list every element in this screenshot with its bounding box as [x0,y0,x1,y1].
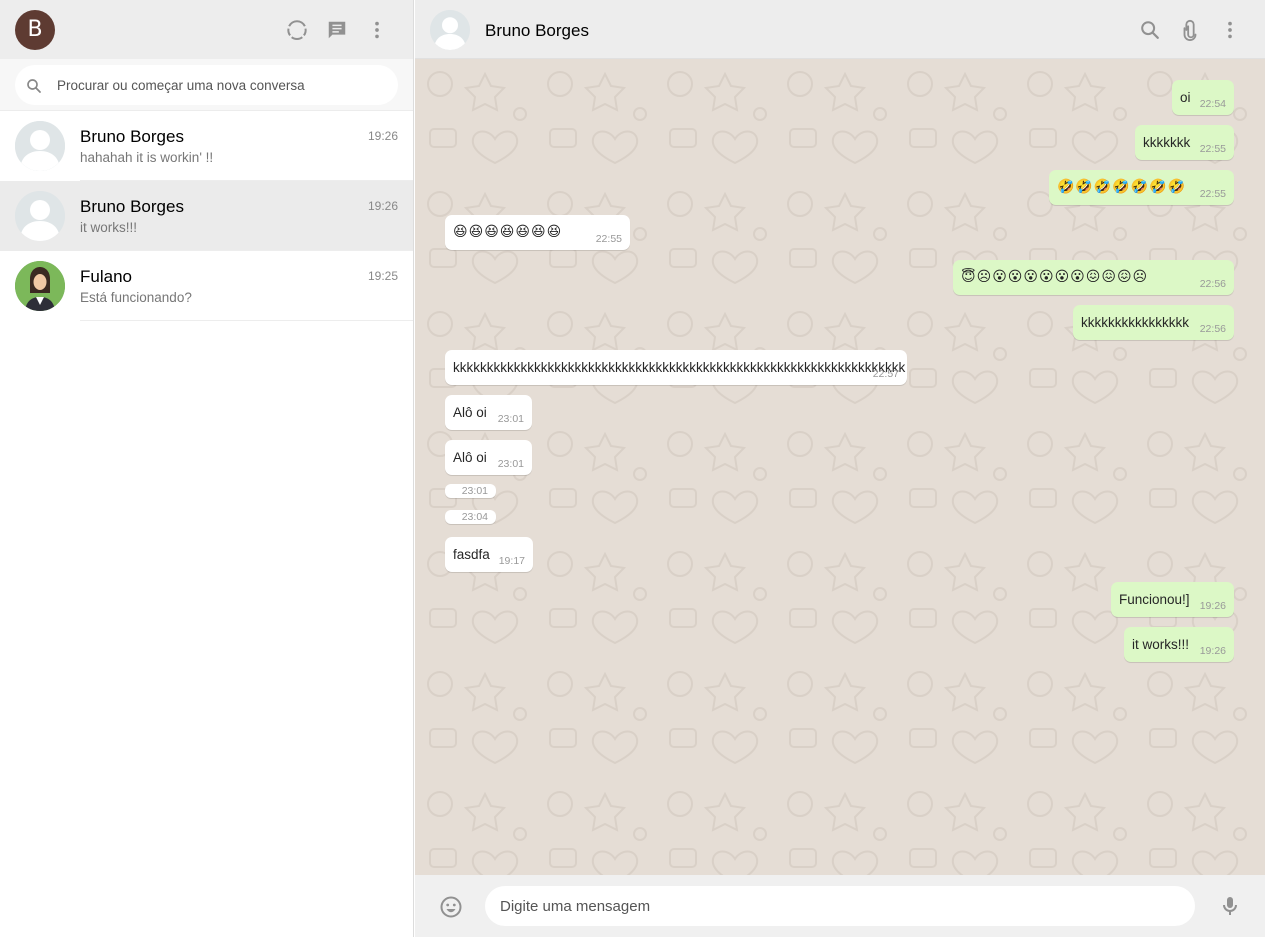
chat-list-item[interactable]: Bruno Borges 19:26 hahahah it is workin'… [0,111,413,181]
message-text: Alô oi [453,450,487,465]
search-box [15,65,398,105]
message-time: 22:55 [1199,143,1226,155]
message-time: 19:17 [498,555,525,567]
message-bubble-incoming[interactable]: Alô oi 23:01 [445,440,532,475]
search-icon [27,79,41,93]
status-ring-icon[interactable] [284,17,310,43]
message-input[interactable] [485,886,1195,926]
message-bubble-outgoing[interactable]: 🤣🤣🤣🤣🤣🤣🤣 22:55 [1049,170,1234,205]
message-bubble-incoming[interactable]: 23:04 [445,510,496,524]
chat-info: Bruno Borges 19:26 it works!!! [80,181,413,251]
message-text: kkkkkkk [1143,135,1191,150]
chat-name: Fulano [80,267,132,286]
message-time: 23:01 [497,458,524,470]
message-bubble-incoming[interactable]: fasdfa 19:17 [445,537,533,572]
chat-time: 19:26 [367,199,398,213]
contact-photo [15,261,65,311]
chat-time: 19:26 [367,129,398,143]
default-avatar-icon [15,121,65,171]
message-area[interactable]: oi 22:54 kkkkkkk 22:55 🤣🤣🤣🤣🤣🤣🤣 22:55 😆😆😆… [415,59,1265,875]
smiley-icon[interactable] [439,895,463,919]
message-text: fasdfa [453,547,490,562]
message-bubble-incoming[interactable]: kkkkkkkkkkkkkkkkkkkkkkkkkkkkkkkkkkkkkkkk… [445,350,907,385]
message-time: 22:56 [1199,278,1226,290]
chat-time: 19:25 [367,269,398,283]
chat-list-item[interactable]: Fulano 19:25 Está funcionando? [0,251,413,321]
kebab-menu-icon[interactable] [364,17,390,43]
message-bubble-outgoing[interactable]: kkkkkkkkkkkkkkkk 22:56 [1073,305,1234,340]
message-time: 23:01 [461,485,488,497]
conversation-panel: Bruno Borges oi 22:54 kkkkkkk 22:55 🤣🤣🤣🤣… [415,0,1265,937]
default-avatar-icon[interactable] [430,10,470,50]
message-bubble-incoming[interactable]: Alô oi 23:01 [445,395,532,430]
message-bubble-outgoing[interactable]: kkkkkkk 22:55 [1135,125,1234,160]
chat-name: Bruno Borges [80,197,184,216]
chat-bubble-icon[interactable] [324,17,350,43]
message-bubble-outgoing[interactable]: it works!!! 19:26 [1124,627,1234,662]
message-text: 😆😆😆😆😆😆😆 [453,224,563,240]
message-time: 22:57 [872,368,899,380]
message-time: 19:26 [1199,645,1226,657]
chat-preview: Está funcionando? [80,290,192,305]
message-time: 22:56 [1199,323,1226,335]
message-text: Funcionou!] [1119,592,1190,607]
message-text: 😇☹😮😮😮😮😮😮😖😖😖☹ [961,269,1149,285]
message-time: 22:55 [1199,188,1226,200]
search-icon[interactable] [1137,17,1163,43]
search-input[interactable] [57,65,387,105]
message-bubble-outgoing[interactable]: oi 22:54 [1172,80,1234,115]
message-text: it works!!! [1132,637,1190,652]
message-bubble-outgoing[interactable]: 😇☹😮😮😮😮😮😮😖😖😖☹ 22:56 [953,260,1234,295]
chat-preview: hahahah it is workin' !! [80,150,214,165]
conversation-title[interactable]: Bruno Borges [485,21,589,41]
chat-list-panel: B Bruno Borges 19:26 hahahah it is worki… [0,0,414,937]
message-time: 22:54 [1199,98,1226,110]
chat-name: Bruno Borges [80,127,184,146]
message-time: 22:55 [595,233,622,245]
microphone-icon[interactable] [1218,894,1242,918]
message-time: 23:04 [461,511,488,523]
chat-info: Fulano 19:25 Está funcionando? [80,251,413,321]
message-text: Alô oi [453,405,487,420]
message-composer [415,875,1265,937]
search-bar [0,59,413,111]
message-time: 23:01 [497,413,524,425]
sidebar-header: B [0,0,413,59]
conversation-header: Bruno Borges [415,0,1265,59]
message-text: 🤣🤣🤣🤣🤣🤣🤣 [1057,179,1187,195]
chat-info: Bruno Borges 19:26 hahahah it is workin'… [80,111,413,181]
message-bubble-incoming[interactable]: 😆😆😆😆😆😆😆 22:55 [445,215,630,250]
message-bubble-incoming[interactable]: 23:01 [445,484,496,498]
chat-list: Bruno Borges 19:26 hahahah it is workin'… [0,111,413,321]
message-time: 19:26 [1199,600,1226,612]
my-avatar[interactable]: B [15,10,55,50]
chat-list-item[interactable]: Bruno Borges 19:26 it works!!! [0,181,413,251]
kebab-menu-icon[interactable] [1217,17,1243,43]
message-text: oi [1180,90,1191,105]
message-text: kkkkkkkkkkkkkkkkkkkkkkkkkkkkkkkkkkkkkkkk… [453,360,906,375]
paperclip-icon[interactable] [1177,17,1203,43]
message-bubble-outgoing[interactable]: Funcionou!] 19:26 [1111,582,1234,617]
default-avatar-icon [15,191,65,241]
message-text: kkkkkkkkkkkkkkkk [1081,315,1189,330]
chat-preview: it works!!! [80,220,138,235]
